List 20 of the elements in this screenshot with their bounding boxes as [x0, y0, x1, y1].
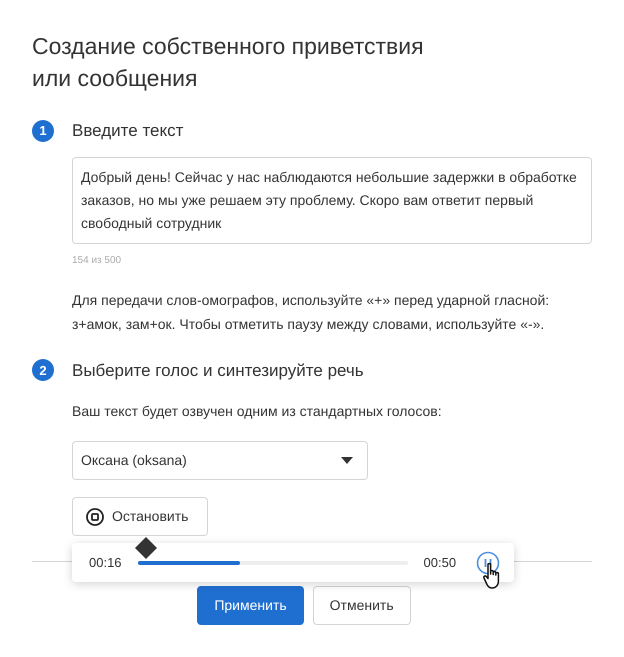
- hint-text: Для передачи слов-омографов, используйте «+» перед ударной гласной: з+амок, зам+ок. Чтобы отметить паузу между словами, используйте «-».: [72, 290, 550, 334]
- step-number: 1: [32, 120, 54, 142]
- step-heading: Выберите голос и синтезируйте речь: [72, 360, 364, 382]
- progress-track[interactable]: [138, 560, 408, 564]
- message-field[interactable]: Добрый день! Сейчас у нас наблюдаются небольшие задержки в обработке заказов, но мы уже решаем эту проблему. Скоро вам ответит первый свободный сотрудник: [72, 156, 592, 244]
- pause-icon[interactable]: [476, 550, 500, 574]
- cancel-button[interactable]: Отменить: [312, 586, 411, 625]
- voice-note: Ваш текст будет озвучен одним из стандартных голосов:: [72, 402, 443, 421]
- page-title: Создание собственного приветствия или сообщения: [32, 32, 425, 93]
- total-time: 00:50: [424, 554, 456, 572]
- dropdown-value: Оксана (oksana): [81, 451, 187, 470]
- stop-icon: [86, 508, 104, 526]
- step-heading: Введите текст: [72, 120, 184, 142]
- step-number: 2: [32, 359, 54, 382]
- stop-button[interactable]: Остановить: [72, 497, 208, 536]
- caret-icon: [341, 457, 353, 464]
- character-counter: 154 из 500: [72, 254, 122, 268]
- apply-button[interactable]: Применить: [197, 586, 304, 625]
- elapsed-time: 00:16: [89, 554, 122, 572]
- voice-dropdown[interactable]: Оксана (oksana): [72, 441, 368, 480]
